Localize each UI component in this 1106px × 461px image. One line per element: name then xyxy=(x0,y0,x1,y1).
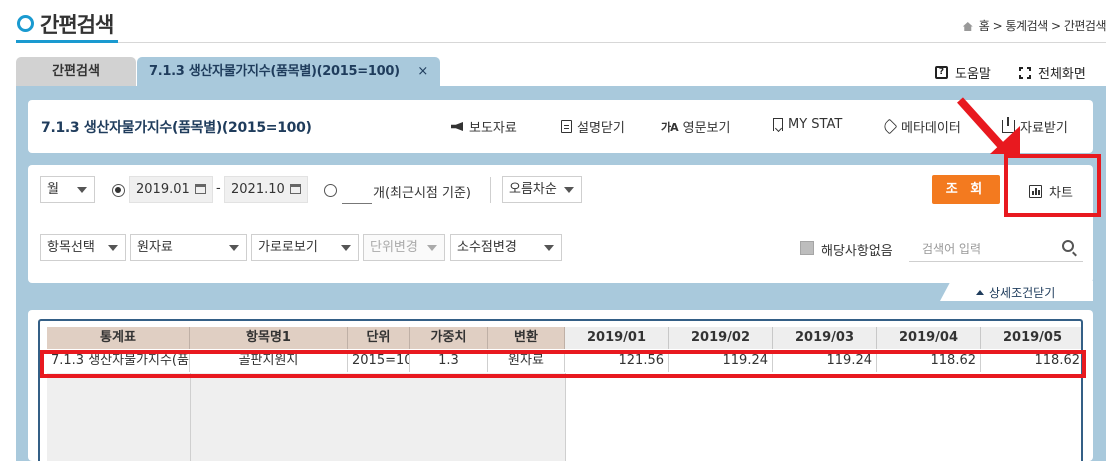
home-icon xyxy=(962,22,973,31)
fullscreen-button[interactable]: 전체화면 xyxy=(1019,63,1086,82)
breadcrumb-text[interactable]: 홈 > 통계검색 > 간편검색 xyxy=(979,19,1106,33)
recent-count-label: 개(최근시점 기준) xyxy=(373,186,471,201)
sort-select[interactable]: 오름차순 xyxy=(502,176,582,203)
header-divider xyxy=(16,42,1106,43)
search-placeholder: 검색어 입력 xyxy=(922,242,982,256)
col-header-2019-04[interactable]: 2019/04 xyxy=(877,327,981,349)
column-divider xyxy=(565,373,566,461)
document-icon xyxy=(561,120,572,133)
recent-count-radio[interactable] xyxy=(324,184,337,197)
mystat-label: MY STAT xyxy=(788,117,843,132)
none-label: 해당사항없음 xyxy=(821,244,893,259)
close-description-label: 설명닫기 xyxy=(577,121,625,136)
bookmark-icon xyxy=(773,118,783,131)
end-date-input[interactable]: 2021.10 xyxy=(224,176,308,203)
col-header-2019-02[interactable]: 2019/02 xyxy=(669,327,773,349)
english-view-button[interactable]: 가A 영문보기 xyxy=(661,117,731,137)
column-divider xyxy=(190,373,191,461)
decimal-select[interactable]: 소수점변경 xyxy=(450,234,562,261)
chart-highlight-box xyxy=(1004,154,1101,217)
page-title: 간편검색 xyxy=(40,13,114,37)
search-icon[interactable] xyxy=(1062,240,1074,252)
col-header-transform[interactable]: 변환 xyxy=(488,327,565,349)
detail-toggle-button[interactable]: 상세조건닫기 xyxy=(976,284,1055,301)
start-date-input[interactable]: 2019.01 xyxy=(129,176,213,203)
download-button[interactable]: 자료받기 xyxy=(1002,117,1068,136)
title-circle-icon xyxy=(17,15,34,32)
source-select[interactable]: 원자료 xyxy=(130,234,247,261)
close-description-button[interactable]: 설명닫기 xyxy=(561,117,625,136)
col-header-item[interactable]: 항목명1 xyxy=(190,327,348,349)
triangle-up-icon xyxy=(976,290,984,295)
tab-producer-price-index[interactable]: 7.1.3 생산자물가지수(품목별)(2015=100) × xyxy=(137,57,440,86)
period-select[interactable]: 월 xyxy=(40,176,95,203)
unit-change-select[interactable]: 단위변경 xyxy=(363,234,445,261)
detail-toggle-label: 상세조건닫기 xyxy=(989,286,1056,300)
english-view-label: 영문보기 xyxy=(682,121,731,136)
col-header-weight[interactable]: 가중치 xyxy=(410,327,488,349)
tab-label: 7.1.3 생산자물가지수(품목별)(2015=100) xyxy=(149,64,400,79)
download-icon xyxy=(1002,117,1015,133)
search-field[interactable]: 검색어 입력 xyxy=(909,234,1083,262)
fullscreen-label: 전체화면 xyxy=(1038,67,1086,82)
col-header-2019-05[interactable]: 2019/05 xyxy=(981,327,1081,349)
page-header: 간편검색 홈 > 통계검색 > 간편검색 xyxy=(0,0,1106,56)
press-release-label: 보도자료 xyxy=(469,121,517,136)
help-button[interactable]: ? 도움말 xyxy=(935,63,991,82)
data-table: 통계표 항목명1 단위 가중치 변환 2019/01 2019/02 2019/… xyxy=(38,319,1083,461)
end-date-value: 2021.10 xyxy=(231,182,285,197)
tab-close-icon[interactable]: × xyxy=(417,57,428,86)
range-separator: - xyxy=(216,181,221,196)
col-header-2019-01[interactable]: 2019/01 xyxy=(565,327,669,349)
col-header-unit[interactable]: 단위 xyxy=(348,327,410,349)
query-button[interactable]: 조 회 xyxy=(932,175,1000,204)
fullscreen-icon xyxy=(1019,66,1031,79)
start-date-value: 2019.01 xyxy=(136,182,190,197)
col-header-2019-03[interactable]: 2019/03 xyxy=(773,327,877,349)
table-toolbar: 7.1.3 생산자물가지수(품목별)(2015=100) 보도자료 설명닫기 가… xyxy=(28,100,1093,153)
mystat-button[interactable]: MY STAT xyxy=(773,117,842,132)
recent-count-input[interactable] xyxy=(342,203,372,204)
calendar-icon xyxy=(195,184,206,194)
press-release-button[interactable]: 보도자료 xyxy=(451,117,517,136)
language-icon: 가A xyxy=(661,120,679,134)
metadata-label: 메타데이터 xyxy=(901,121,961,136)
download-label: 자료받기 xyxy=(1020,121,1068,136)
table-title: 7.1.3 생산자물가지수(품목별)(2015=100) xyxy=(41,120,312,136)
col-header-table[interactable]: 통계표 xyxy=(47,327,190,349)
calendar-icon xyxy=(290,184,301,194)
metadata-button[interactable]: 메타데이터 xyxy=(881,117,961,136)
help-label: 도움말 xyxy=(955,67,991,82)
breadcrumb[interactable]: 홈 > 통계검색 > 간편검색 xyxy=(962,17,1106,34)
tab-simple-search[interactable]: 간편검색 xyxy=(16,57,136,86)
help-icon: ? xyxy=(935,66,948,79)
period-range-radio[interactable] xyxy=(112,184,125,197)
megaphone-icon xyxy=(451,120,464,133)
none-checkbox[interactable] xyxy=(800,241,814,255)
layout-select[interactable]: 가로로보기 xyxy=(251,234,359,261)
table-fixed-area xyxy=(47,373,565,461)
filter-divider xyxy=(490,177,491,203)
item-select[interactable]: 항목선택 xyxy=(40,234,126,261)
title-underline xyxy=(16,40,118,43)
tag-icon xyxy=(881,118,898,135)
row-highlight-box xyxy=(40,350,1086,378)
